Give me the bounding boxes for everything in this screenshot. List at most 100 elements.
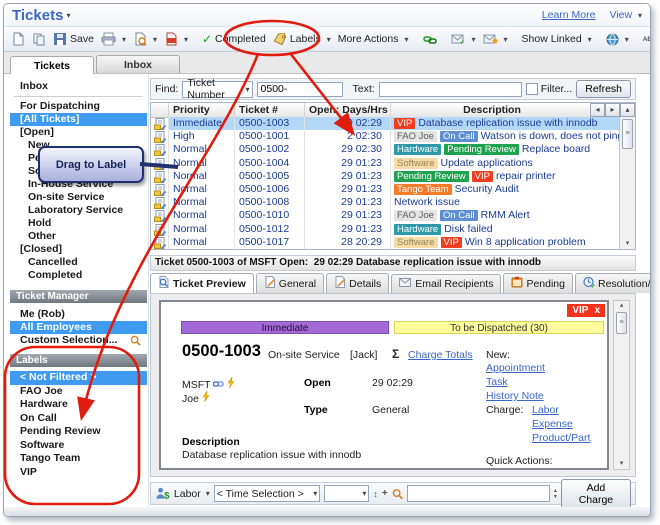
label-chip[interactable]: FAO Joe [394, 210, 437, 221]
account-bolt-icon[interactable] [227, 377, 235, 388]
label-chip[interactable]: On Call [440, 210, 478, 221]
sidebar-item[interactable]: [Closed] [10, 243, 147, 256]
contact-bolt-icon[interactable] [202, 391, 210, 402]
save-button[interactable]: Save [50, 30, 97, 48]
table-row[interactable]: Normal0500-100629 01:23Tango TeamSecurit… [151, 183, 620, 196]
sidebar-item[interactable]: Completed [10, 269, 147, 282]
label-filter-item[interactable]: Pending Review [10, 425, 147, 439]
print-preview-button[interactable]: ▾ [130, 30, 160, 48]
sidebar-item[interactable]: Cancelled [10, 256, 147, 269]
detail-tab-resolution-history[interactable]: Resolution/History [575, 273, 651, 293]
preview-scroll-up-icon[interactable]: ▴ [614, 301, 629, 310]
charge-totals-link[interactable]: Charge Totals [408, 349, 473, 361]
completed-button[interactable]: ✓ Completed [199, 31, 269, 47]
table-row[interactable]: Normal0500-101728 20:29SoftwareVIPWin 8 … [151, 236, 620, 249]
table-row[interactable]: Normal0500-100229 02:30HardwarePending R… [151, 143, 620, 156]
label-chip[interactable]: Tango Team [394, 184, 452, 195]
charge-expense-link[interactable]: Expense [532, 418, 590, 430]
ticket-manager-item[interactable]: Me (Rob) [10, 308, 147, 321]
icon-column-header[interactable] [151, 103, 169, 117]
charge-labor-link[interactable]: Labor [532, 404, 590, 416]
learn-more-link[interactable]: Learn More [542, 9, 596, 21]
add-charge-button[interactable]: Add Charge [561, 479, 631, 509]
charge-category-select[interactable]: Labor ▾ [174, 488, 210, 500]
label-chip[interactable]: VIP [472, 171, 493, 182]
sidebar-item[interactable]: Other [10, 230, 147, 243]
label-chip[interactable]: FAO Joe [394, 131, 437, 142]
rate-select[interactable]: ▾ [324, 485, 369, 502]
copy-button[interactable] [29, 30, 49, 48]
open-column-header[interactable]: Open: Days/Hrs [305, 103, 391, 117]
title-caret-icon[interactable]: ▾ [66, 11, 70, 20]
account-link-icon[interactable] [213, 379, 224, 389]
table-row[interactable]: High0500-10012 02:30FAO JoeOn CallWatson… [151, 130, 620, 143]
label-filter-item[interactable]: Hardware [10, 398, 147, 412]
new-appointment-link[interactable]: Appointment [486, 362, 545, 374]
sidebar-item[interactable]: [Open] [10, 126, 147, 139]
priority-column-header[interactable]: Priority [169, 103, 235, 117]
detail-tab-email-recipients[interactable]: Email Recipients [391, 274, 501, 293]
filter-checkbox[interactable] [526, 83, 538, 95]
contact-name[interactable]: Joe [182, 393, 199, 405]
tab-inbox[interactable]: Inbox [96, 55, 180, 73]
lookup-magnifier-icon[interactable] [392, 488, 403, 500]
ticket-number-input[interactable] [257, 82, 343, 97]
vip-remove-icon[interactable]: x [594, 305, 600, 316]
detail-tab-pending[interactable]: Pending [503, 273, 573, 293]
description-column-header[interactable]: Description [391, 103, 590, 117]
quantity-stepper[interactable]: ▴▾ [554, 488, 557, 500]
scroll-up-button[interactable]: ▴ [620, 103, 635, 117]
label-chip[interactable]: Hardware [394, 144, 441, 155]
plus-icon[interactable]: + [382, 488, 388, 499]
new-task-link[interactable]: Task [486, 376, 545, 388]
preview-vertical-scrollbar[interactable]: ▴ ≡ ▾ [613, 300, 630, 470]
table-row[interactable]: Normal0500-101029 01:23FAO JoeOn CallRMM… [151, 209, 620, 222]
view-menu[interactable]: View [609, 9, 632, 21]
label-filter-item[interactable]: FAO Joe [10, 385, 147, 399]
sidebar-item[interactable]: [All Tickets] [10, 113, 147, 126]
labels-button[interactable]: Labels ▾ [270, 31, 334, 48]
sidebar-item[interactable]: Hold [10, 217, 147, 230]
link-records-button[interactable] [420, 31, 440, 48]
detail-tab-details[interactable]: Details [326, 273, 389, 293]
email-send-button[interactable]: ▾ [448, 31, 479, 47]
sidebar-item[interactable]: On-site Service [10, 191, 147, 204]
text-search-input[interactable] [379, 82, 522, 97]
scroll-left-button[interactable]: ◂ [590, 103, 605, 117]
label-chip[interactable]: VIP [394, 118, 415, 129]
label-chip[interactable]: VIP [441, 237, 462, 248]
label-filter-item[interactable]: Software [10, 439, 147, 453]
label-filter-item[interactable]: VIP [10, 466, 147, 480]
table-row[interactable]: Normal0500-101229 01:23HardwareDisk fail… [151, 223, 620, 236]
scrollbar-thumb[interactable]: ≡ [622, 119, 633, 149]
account-name[interactable]: MSFT [182, 379, 210, 391]
table-vertical-scrollbar[interactable]: ≡ ▾ [619, 117, 635, 249]
vip-badge[interactable]: VIPx [567, 304, 605, 317]
detail-tab-ticket-preview[interactable]: Ticket Preview [150, 273, 254, 293]
custom-selection-magnifier-icon[interactable] [130, 335, 141, 346]
new-ticket-button[interactable] [8, 30, 28, 48]
label-chip[interactable]: Software [394, 237, 438, 248]
swap-icon[interactable]: ↕ [373, 489, 378, 499]
find-field-select[interactable]: Ticket Number ▾ [182, 81, 252, 98]
preview-scroll-down-icon[interactable]: ▾ [614, 459, 629, 468]
detail-tab-general[interactable]: General [256, 273, 324, 293]
table-row[interactable]: Normal0500-100829 01:23Network issue [151, 196, 620, 209]
spellcheck-button[interactable]: ABC✓ [640, 32, 651, 46]
tab-tickets[interactable]: Tickets [10, 56, 94, 74]
ticket-manager-item[interactable]: Custom Selection... [10, 334, 147, 347]
label-filter-item[interactable]: Tango Team [10, 452, 147, 466]
label-filter-item[interactable]: On Call [10, 412, 147, 426]
scroll-right-button[interactable]: ▸ [605, 103, 620, 117]
sidebar-item[interactable]: Laboratory Service [10, 204, 147, 217]
print-button[interactable]: ▾ [98, 30, 129, 48]
ticket-manager-item[interactable]: All Employees [10, 321, 147, 334]
charge-product-part-link[interactable]: Product/Part [532, 432, 590, 444]
preview-scrollbar-thumb[interactable]: ≡ [616, 312, 627, 334]
web-button[interactable]: ▾ [603, 31, 632, 48]
time-selection-select[interactable]: < Time Selection > ▾ [214, 485, 320, 502]
label-chip[interactable]: On Call [440, 131, 478, 142]
sidebar-item-inbox[interactable]: Inbox [10, 80, 147, 93]
new-history-note-link[interactable]: History Note [486, 390, 545, 402]
scroll-down-icon[interactable]: ▾ [620, 239, 635, 248]
